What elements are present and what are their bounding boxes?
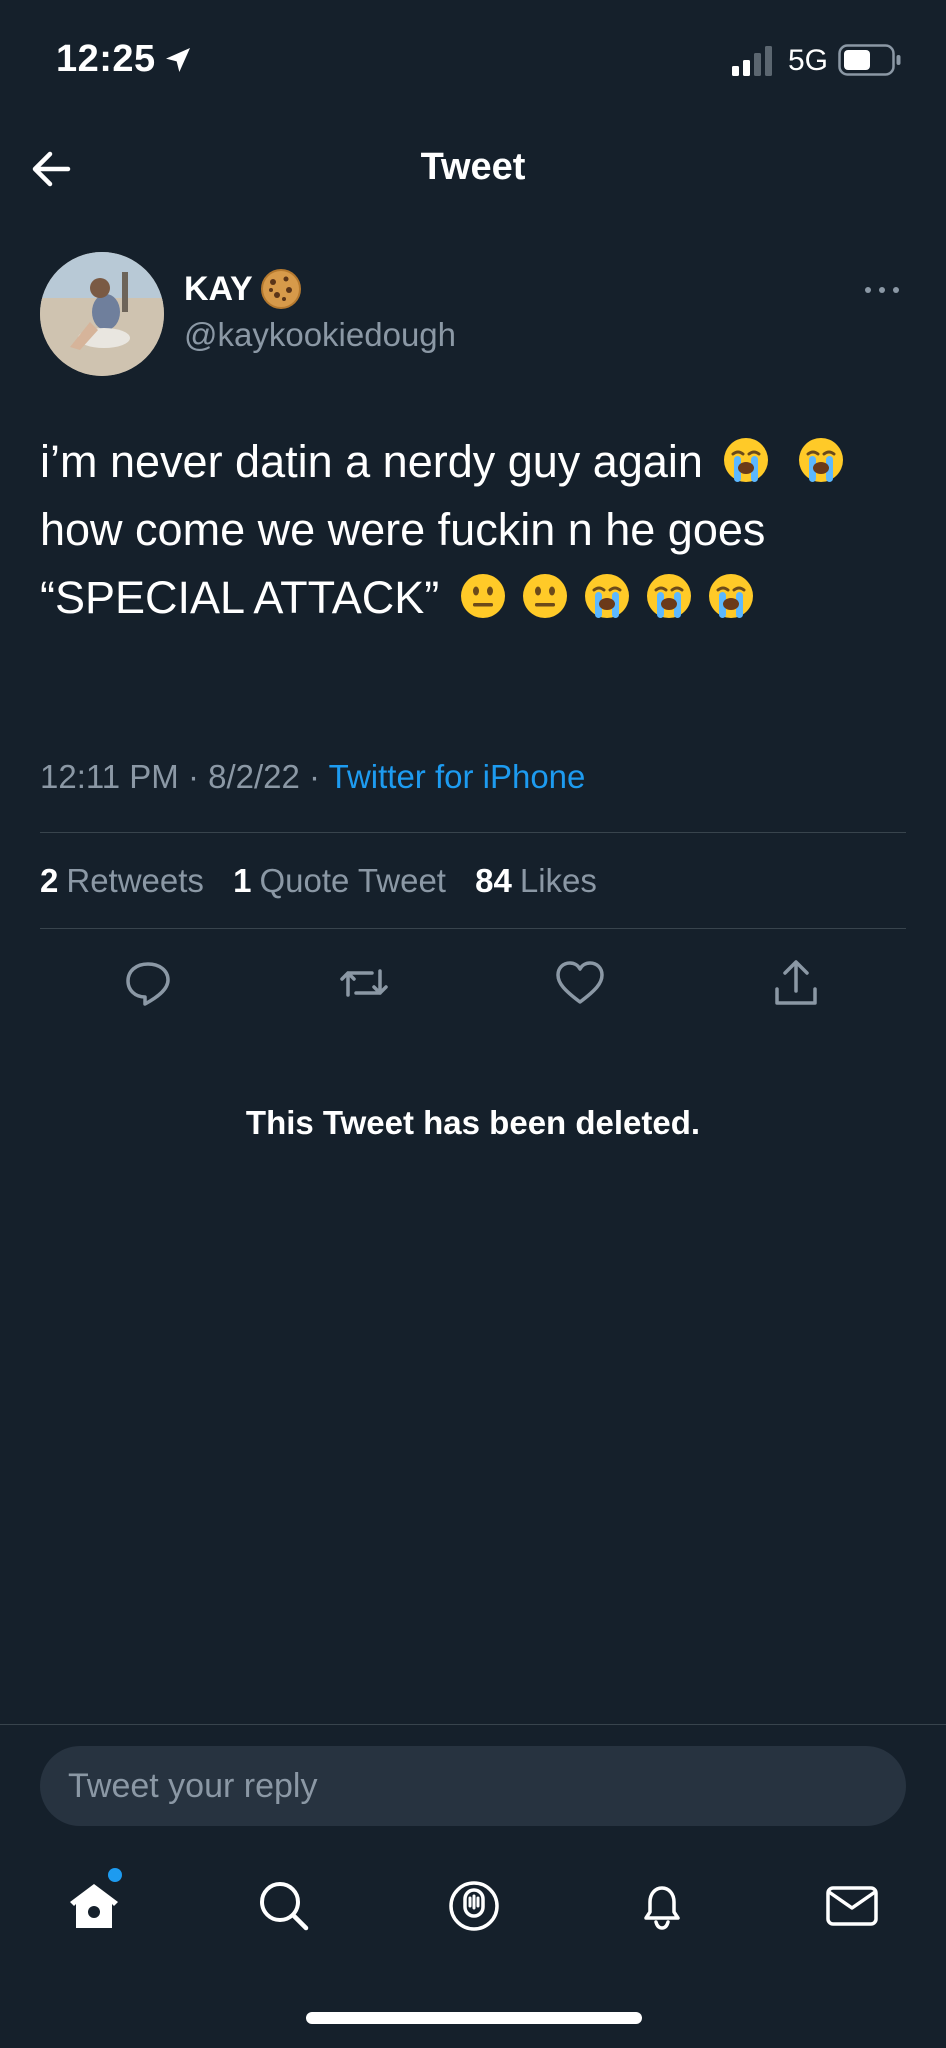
- divider: [40, 928, 906, 929]
- author-name[interactable]: KAY: [184, 270, 253, 309]
- neutral-face-emoji-icon: [522, 574, 567, 618]
- avatar[interactable]: [40, 252, 164, 376]
- quotes-label: Quote Tweet: [259, 862, 446, 899]
- status-bar: 12:25 5G: [0, 0, 946, 120]
- signal-icon: [732, 46, 772, 76]
- sob-emoji-icon: [646, 574, 691, 618]
- home-notification-dot: [108, 1868, 122, 1882]
- likes-stat[interactable]: 84 Likes: [475, 862, 597, 899]
- quotes-count: 1: [233, 862, 252, 899]
- nav-bar: Tweet: [0, 130, 946, 210]
- search-icon[interactable]: [254, 1876, 314, 1936]
- likes-label: Likes: [519, 862, 597, 899]
- home-indicator: [306, 2012, 642, 2024]
- tweet-meta: 12:11 PM · 8/2/22 · Twitter for iPhone: [40, 758, 585, 796]
- sob-emoji-icon: [798, 438, 843, 482]
- tweet-text: i’m never datin a nerdy guy again how co…: [40, 428, 910, 632]
- reply-divider: [0, 1724, 946, 1725]
- more-icon[interactable]: [862, 280, 902, 300]
- quotes-stat[interactable]: 1 Quote Tweet: [233, 862, 446, 899]
- messages-icon[interactable]: [822, 1876, 882, 1936]
- cookie-emoji-icon: [261, 269, 301, 309]
- tweet-text-part: i’m never datin a nerdy guy again: [40, 436, 716, 487]
- location-arrow-icon: [166, 48, 190, 72]
- sob-emoji-icon: [584, 574, 629, 618]
- divider: [40, 832, 906, 833]
- spaces-icon[interactable]: [444, 1876, 504, 1936]
- page-title: Tweet: [420, 146, 526, 188]
- retweets-stat[interactable]: 2 Retweets: [40, 862, 204, 899]
- retweet-icon[interactable]: [336, 955, 392, 1011]
- reply-icon[interactable]: [120, 955, 176, 1011]
- status-time: 12:25: [56, 38, 156, 80]
- home-icon[interactable]: [64, 1876, 124, 1936]
- deleted-notice: This Tweet has been deleted.: [245, 1104, 701, 1141]
- share-icon[interactable]: [768, 955, 824, 1011]
- retweets-count: 2: [40, 862, 59, 899]
- network-label: 5G: [788, 44, 829, 77]
- author-handle[interactable]: @kaykookiedough: [184, 316, 456, 354]
- retweets-label: Retweets: [66, 862, 204, 899]
- battery-icon: [838, 44, 901, 76]
- sob-emoji-icon: [724, 438, 769, 482]
- tweet-stats: 2 Retweets 1 Quote Tweet 84 Likes: [40, 862, 617, 900]
- tweet-timestamp: 12:11 PM · 8/2/22 ·: [40, 758, 329, 795]
- notifications-icon[interactable]: [632, 1876, 692, 1936]
- neutral-face-emoji-icon: [460, 574, 505, 618]
- likes-count: 84: [475, 862, 512, 899]
- like-icon[interactable]: [552, 955, 608, 1011]
- sob-emoji-icon: [708, 574, 753, 618]
- reply-input[interactable]: [40, 1746, 906, 1826]
- tweet-source-link[interactable]: Twitter for iPhone: [329, 758, 586, 795]
